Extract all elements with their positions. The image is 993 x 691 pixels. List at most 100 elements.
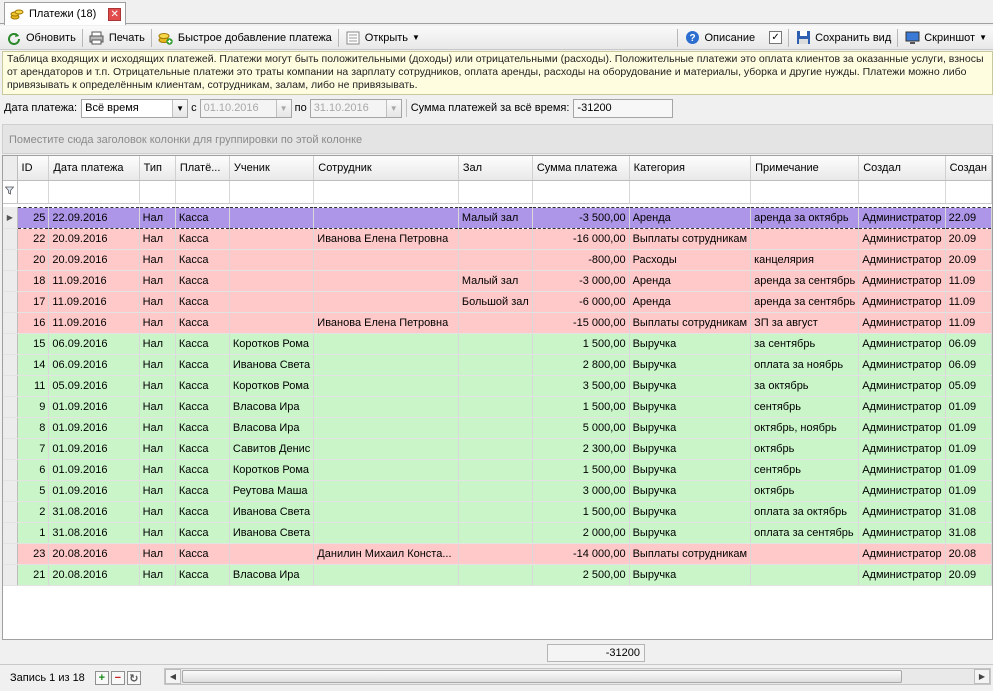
cell-category[interactable]: Выручка: [629, 522, 752, 544]
cell-type[interactable]: Нал: [139, 291, 176, 313]
table-row[interactable]: 8 01.09.2016 Нал Касса Власова Ира 5 000,00 Вы…: [3, 417, 992, 439]
cell-employee[interactable]: Данилин Михаил Конста...: [313, 543, 459, 565]
cell-employee[interactable]: [313, 354, 459, 376]
cell-created-by[interactable]: Администратор: [858, 375, 946, 397]
group-by-panel[interactable]: Поместите сюда заголовок колонки для гру…: [2, 124, 993, 154]
cell-payer[interactable]: Касса: [175, 522, 230, 544]
table-row[interactable]: ▶ 25 22.09.2016 Нал Касса Малый зал -3 500,00 А…: [3, 206, 992, 229]
date-from-picker[interactable]: 01.10.2016 ▼: [199, 98, 292, 118]
cell-hall[interactable]: [458, 417, 533, 439]
cell-date[interactable]: 06.09.2016: [48, 333, 140, 355]
cell-category[interactable]: Выплаты сотрудникам: [629, 228, 752, 250]
cell-category[interactable]: Аренда: [629, 206, 752, 229]
cell-student[interactable]: [229, 312, 315, 334]
cell-note[interactable]: оплата за сентябрь: [750, 522, 860, 544]
scroll-left-icon[interactable]: ◀: [165, 669, 181, 684]
cell-date[interactable]: 06.09.2016: [48, 354, 140, 376]
cell-payer[interactable]: Касса: [175, 312, 230, 334]
filter-cell[interactable]: [17, 180, 50, 204]
cell-payer[interactable]: Касса: [175, 459, 230, 481]
cell-date[interactable]: 05.09.2016: [48, 375, 140, 397]
table-row[interactable]: 20 20.09.2016 Нал Касса -800,00 Расходы канцел…: [3, 249, 992, 271]
table-row[interactable]: 6 01.09.2016 Нал Касса Коротков Рома 1 500,00…: [3, 459, 992, 481]
cell-employee[interactable]: Иванова Елена Петровна: [313, 312, 459, 334]
cell-id[interactable]: 9: [17, 396, 50, 418]
cell-student[interactable]: Иванова Света: [229, 354, 315, 376]
open-dropdown-button[interactable]: Открыть ▼: [339, 27, 426, 49]
cell-note[interactable]: аренда за сентябрь: [750, 291, 860, 313]
row-indicator[interactable]: [3, 564, 18, 586]
cell-category[interactable]: Выручка: [629, 396, 752, 418]
column-header-id[interactable]: ID: [17, 156, 50, 181]
cell-category[interactable]: Выручка: [629, 564, 752, 586]
tab-payments[interactable]: Платежи (18) ✕: [4, 2, 126, 25]
cell-student[interactable]: [229, 228, 315, 250]
cell-employee[interactable]: [313, 417, 459, 439]
cell-created-by[interactable]: Администратор: [858, 543, 946, 565]
horizontal-scrollbar[interactable]: ◀ ▶: [164, 668, 991, 685]
cell-type[interactable]: Нал: [139, 396, 176, 418]
cell-payer[interactable]: Касса: [175, 333, 230, 355]
period-select[interactable]: Всё время ▼: [81, 98, 189, 118]
cell-payer[interactable]: Касса: [175, 480, 230, 502]
cell-payer[interactable]: Касса: [175, 438, 230, 460]
cell-date[interactable]: 11.09.2016: [48, 270, 140, 292]
column-header-created-by[interactable]: Создал: [858, 156, 946, 181]
cell-hall[interactable]: [458, 501, 533, 523]
cell-category[interactable]: Выручка: [629, 501, 752, 523]
cell-student[interactable]: Савитов Денис: [229, 438, 315, 460]
cell-category[interactable]: Выручка: [629, 480, 752, 502]
screenshot-dropdown-button[interactable]: Скриншот ▼: [898, 27, 993, 49]
column-header-amount[interactable]: Сумма платежа: [532, 156, 630, 181]
cell-type[interactable]: Нал: [139, 543, 176, 565]
scroll-right-icon[interactable]: ▶: [974, 669, 990, 684]
cell-hall[interactable]: [458, 312, 533, 334]
cell-created[interactable]: 05.09: [945, 375, 992, 397]
cell-created-by[interactable]: Администратор: [858, 228, 946, 250]
cell-created-by[interactable]: Администратор: [858, 333, 946, 355]
cell-hall[interactable]: [458, 564, 533, 586]
cell-amount[interactable]: -800,00: [532, 249, 630, 271]
cell-amount[interactable]: 5 000,00: [532, 417, 630, 439]
cell-employee[interactable]: [313, 522, 459, 544]
cell-amount[interactable]: 2 500,00: [532, 564, 630, 586]
cell-employee[interactable]: [313, 480, 459, 502]
cell-date[interactable]: 01.09.2016: [48, 417, 140, 439]
cell-created-by[interactable]: Администратор: [858, 480, 946, 502]
cell-created-by[interactable]: Администратор: [858, 501, 946, 523]
cell-hall[interactable]: [458, 396, 533, 418]
cell-id[interactable]: 20: [17, 249, 50, 271]
chevron-down-icon[interactable]: ▼: [275, 99, 291, 117]
cell-employee[interactable]: [313, 564, 459, 586]
cell-type[interactable]: Нал: [139, 564, 176, 586]
cell-date[interactable]: 20.09.2016: [48, 228, 140, 250]
quick-add-payment-button[interactable]: Быстрое добавление платежа: [152, 27, 338, 49]
cell-employee[interactable]: [313, 459, 459, 481]
cell-type[interactable]: Нал: [139, 312, 176, 334]
filter-cell[interactable]: [175, 180, 230, 204]
filter-cell[interactable]: [139, 180, 176, 204]
row-indicator[interactable]: [3, 291, 18, 313]
cell-date[interactable]: 20.08.2016: [48, 564, 140, 586]
cell-note[interactable]: оплата за ноябрь: [750, 354, 860, 376]
cell-amount[interactable]: 2 300,00: [532, 438, 630, 460]
cell-note[interactable]: оплата за октябрь: [750, 501, 860, 523]
column-header-hall[interactable]: Зал: [458, 156, 533, 181]
cell-student[interactable]: Власова Ира: [229, 417, 315, 439]
cell-id[interactable]: 2: [17, 501, 50, 523]
filter-cell[interactable]: [48, 180, 140, 204]
cell-type[interactable]: Нал: [139, 206, 176, 229]
cell-amount[interactable]: 1 500,00: [532, 459, 630, 481]
cell-amount[interactable]: -15 000,00: [532, 312, 630, 334]
refresh-button[interactable]: Обновить: [0, 27, 82, 49]
print-button[interactable]: Печать: [83, 27, 151, 49]
cell-hall[interactable]: Большой зал: [458, 291, 533, 313]
column-header-payer[interactable]: Платё...: [175, 156, 230, 181]
cell-payer[interactable]: Касса: [175, 354, 230, 376]
row-indicator[interactable]: [3, 228, 18, 250]
cell-student[interactable]: [229, 206, 315, 229]
cell-created[interactable]: 31.08: [945, 522, 992, 544]
cell-type[interactable]: Нал: [139, 480, 176, 502]
cell-category[interactable]: Выплаты сотрудникам: [629, 543, 752, 565]
add-record-button[interactable]: +: [94, 671, 109, 685]
